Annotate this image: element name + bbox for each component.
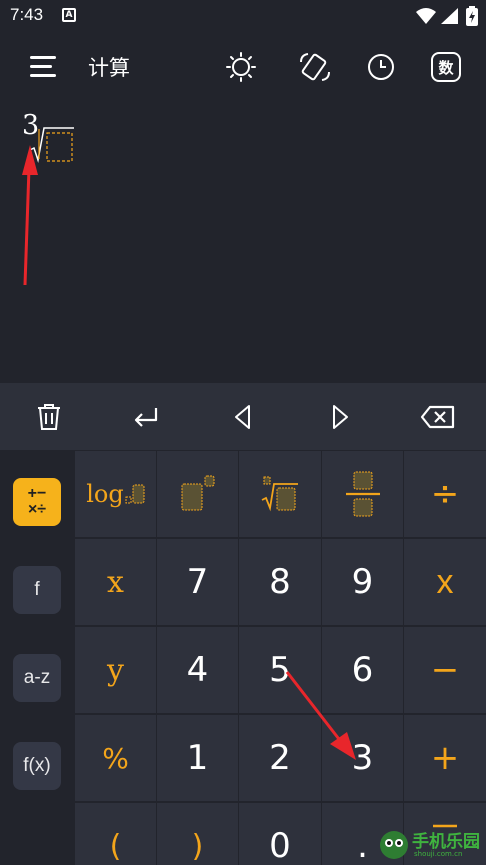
- sidebar-item-label: +−: [27, 485, 47, 502]
- divide-label: ÷: [430, 474, 460, 514]
- key-label: x: [436, 562, 454, 601]
- percent-key[interactable]: %: [75, 715, 156, 801]
- nth-root-expression[interactable]: [30, 126, 80, 166]
- signal-icon: [441, 8, 458, 24]
- key-label: 0: [269, 826, 291, 865]
- sidebar-item-label: a-z: [23, 667, 51, 688]
- cursor-toolbar: [0, 383, 486, 450]
- digit-5-key[interactable]: 5: [239, 627, 321, 713]
- key-label: 8: [269, 562, 291, 602]
- nth-root-key[interactable]: [239, 451, 321, 537]
- menu-icon[interactable]: [30, 56, 56, 78]
- log-label: log: [86, 480, 124, 508]
- fraction-key[interactable]: [322, 451, 403, 537]
- sidebar-item-variables[interactable]: a-z: [13, 654, 61, 702]
- close-paren-key[interactable]: ): [157, 803, 238, 865]
- key-label: .: [357, 826, 368, 865]
- rotate-icon[interactable]: [298, 52, 332, 82]
- key-label: 6: [351, 650, 374, 690]
- digit-7-key[interactable]: 7: [157, 539, 238, 625]
- watermark-text: 手机乐园: [412, 832, 480, 852]
- key-label: 7: [186, 562, 209, 602]
- key-label: 3: [351, 738, 374, 778]
- digit-3-key[interactable]: 3: [322, 715, 403, 801]
- key-label: 9: [351, 562, 374, 602]
- var-x-key[interactable]: x: [75, 539, 156, 625]
- digit-1-key[interactable]: 1: [157, 715, 238, 801]
- key-label: 5: [269, 650, 291, 690]
- status-bar: 7:43 A: [0, 0, 486, 34]
- digit-0-key[interactable]: 0: [239, 803, 321, 865]
- sidebar-item-label: ×÷: [27, 501, 47, 518]
- key-label: 4: [186, 650, 209, 690]
- digit-4-key[interactable]: 4: [157, 627, 238, 713]
- multiply-key[interactable]: x: [404, 539, 486, 625]
- key-label: %: [102, 741, 129, 775]
- key-label: −: [430, 650, 460, 690]
- app-bar: 计算 数: [0, 34, 486, 96]
- expression-display[interactable]: 3: [0, 96, 486, 383]
- left-arrow-icon[interactable]: [194, 383, 291, 450]
- var-y-key[interactable]: y: [75, 627, 156, 713]
- number-mode-icon[interactable]: 数: [431, 52, 461, 82]
- keypad: log ÷ x 7 8 9 x y 4 5 6 − % 1 2 3 + () …: [74, 450, 486, 865]
- key-label: x: [107, 564, 124, 600]
- log-key[interactable]: log: [75, 451, 156, 537]
- battery-icon: [466, 6, 478, 26]
- wifi-icon: [416, 8, 436, 24]
- key-label: y: [107, 652, 124, 688]
- power-key[interactable]: [157, 451, 238, 537]
- minus-key[interactable]: −: [404, 627, 486, 713]
- notification-icon: A: [62, 8, 76, 22]
- key-label: (: [109, 828, 122, 864]
- key-label: 1: [186, 738, 209, 778]
- right-arrow-icon[interactable]: [291, 383, 388, 450]
- sidebar-item-label: f: [34, 579, 40, 600]
- open-paren-key[interactable]: (: [75, 803, 156, 865]
- key-label: 2: [269, 738, 291, 778]
- digit-2-key[interactable]: 2: [239, 715, 321, 801]
- plus-key[interactable]: +: [404, 715, 486, 801]
- sidebar-item-label: f(x): [23, 755, 51, 776]
- digit-9-key[interactable]: 9: [322, 539, 403, 625]
- keyboard-mode-sidebar: +− ×÷ f a-z f(x): [0, 450, 74, 865]
- sidebar-item-functions[interactable]: f: [13, 566, 61, 614]
- watermark-subtext: shouji.com.cn: [414, 850, 463, 858]
- digit-6-key[interactable]: 6: [322, 627, 403, 713]
- divide-key[interactable]: ÷: [404, 451, 486, 537]
- sidebar-item-basic-ops[interactable]: +− ×÷: [13, 478, 61, 526]
- sidebar-item-fx[interactable]: f(x): [13, 742, 61, 790]
- watermark-logo: 手机乐园 shouji.com.cn: [378, 825, 486, 865]
- history-icon[interactable]: [366, 52, 396, 82]
- page-title: 计算: [88, 56, 130, 80]
- brightness-icon[interactable]: [226, 52, 256, 82]
- enter-icon[interactable]: [97, 383, 194, 450]
- trash-icon[interactable]: [0, 383, 97, 450]
- status-time: 7:43: [10, 5, 44, 24]
- key-label: ): [191, 828, 204, 864]
- key-label: +: [430, 738, 460, 778]
- digit-8-key[interactable]: 8: [239, 539, 321, 625]
- backspace-icon[interactable]: [389, 383, 486, 450]
